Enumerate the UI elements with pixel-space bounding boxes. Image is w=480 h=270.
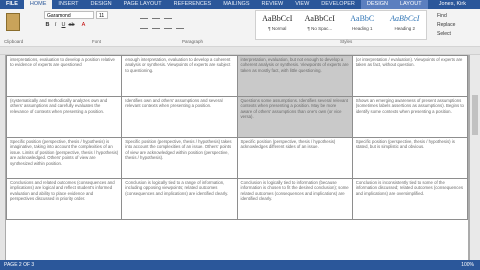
table-cell[interactable]: Specific position (perspective, thesis /…	[351, 137, 468, 179]
select-button[interactable]: Select	[437, 31, 455, 37]
tab-page-layout[interactable]: PAGE LAYOUT	[118, 0, 168, 9]
align-right-icon[interactable]	[164, 22, 172, 29]
table-cell[interactable]: Conclusion is logically tied to informat…	[236, 178, 353, 220]
find-button[interactable]: Find	[437, 13, 455, 19]
style-heading-1[interactable]: AaBbC Heading 1	[341, 11, 384, 39]
font-label: Font	[92, 39, 102, 44]
ribbon: Garamond 11 B I U ab A AaBbCcI ¶ Normal …	[0, 9, 480, 47]
scrollbar-thumb[interactable]	[472, 95, 478, 135]
bold-button[interactable]: B	[44, 22, 51, 29]
table-cell[interactable]: interpretation, evaluation, but not enou…	[236, 55, 353, 97]
style-name: Heading 2	[394, 26, 416, 31]
style-normal[interactable]: AaBbCcI ¶ Normal	[256, 11, 299, 39]
table-cell[interactable]: Conclusion is inconsistently tied to som…	[351, 178, 468, 220]
page-count[interactable]: PAGE 2 OF 3	[4, 260, 34, 270]
table-cell[interactable]: Shows an emerging awareness of present a…	[351, 96, 468, 138]
table-cell[interactable]: Specific position (perspective, thesis /…	[236, 137, 353, 179]
strikethrough-button[interactable]: ab	[68, 22, 75, 29]
vertical-scrollbar[interactable]	[470, 55, 480, 260]
underline-button[interactable]: U	[60, 22, 67, 29]
clipboard-group	[2, 11, 28, 41]
numbering-icon[interactable]	[152, 12, 160, 19]
paragraph-label: Paragraph	[182, 39, 204, 44]
italic-button[interactable]: I	[52, 22, 59, 29]
table-row: Conclusions and related outcomes (conseq…	[6, 178, 468, 220]
replace-button[interactable]: Replace	[437, 22, 455, 28]
horizontal-ruler[interactable]	[0, 47, 480, 55]
zoom-level[interactable]: 100%	[461, 260, 474, 270]
table-cell[interactable]: (or interpretation / evaluation). Viewpo…	[351, 55, 468, 97]
table-row: Specific position (perspective, thesis /…	[6, 137, 468, 179]
paste-icon[interactable]	[6, 13, 20, 31]
tab-review[interactable]: REVIEW	[256, 0, 290, 9]
table-cell[interactable]: (systematically and methodically analyze…	[6, 96, 123, 138]
clipboard-label: Clipboard	[4, 39, 24, 44]
editing-group: Find Replace Select	[437, 13, 455, 37]
vertical-ruler[interactable]	[0, 55, 5, 260]
tab-developer[interactable]: DEVELOPER	[315, 0, 361, 9]
tab-design[interactable]: DESIGN	[85, 0, 118, 9]
table-cell[interactable]: Identifies own and others' assumptions a…	[121, 96, 238, 138]
font-size-field[interactable]: 11	[96, 11, 108, 19]
tab-references[interactable]: REFERENCES	[168, 0, 218, 9]
style-name: ¶ No Spac...	[307, 26, 333, 31]
document-page[interactable]: interpretations, evaluation to develop a…	[6, 55, 468, 260]
table-row: (systematically and methodically analyze…	[6, 96, 468, 138]
justify-icon[interactable]	[176, 22, 184, 29]
styles-label: Styles	[340, 39, 353, 44]
tab-file[interactable]: FILE	[0, 0, 24, 9]
table-cell[interactable]: interpretations, evaluation to develop a…	[6, 55, 123, 97]
align-center-icon[interactable]	[152, 22, 160, 29]
styles-gallery: AaBbCcI ¶ Normal AaBbCcI ¶ No Spac... Aa…	[255, 10, 427, 40]
tab-table-design[interactable]: DESIGN	[360, 0, 394, 9]
style-name: ¶ Normal	[268, 26, 287, 31]
align-left-icon[interactable]	[140, 22, 148, 29]
style-no-spacing[interactable]: AaBbCcI ¶ No Spac...	[299, 11, 342, 39]
style-sample: AaBbCcI	[262, 14, 293, 23]
tab-view[interactable]: VIEW	[289, 0, 315, 9]
status-bar: PAGE 2 OF 3 100%	[0, 260, 480, 270]
style-sample: AaBbC	[350, 14, 375, 23]
multilevel-list-icon[interactable]	[164, 12, 172, 19]
style-name: Heading 1	[351, 26, 373, 31]
font-color-button[interactable]: A	[80, 22, 87, 29]
tab-home[interactable]: HOME	[23, 0, 53, 9]
bullets-icon[interactable]	[140, 12, 148, 19]
table-cell[interactable]: Conclusions and related outcomes (conseq…	[6, 178, 123, 220]
tab-mailings[interactable]: MAILINGS	[217, 0, 255, 9]
table-cell[interactable]: Questions some assumptions. Identifies s…	[236, 96, 353, 138]
tab-table-layout[interactable]: LAYOUT	[393, 0, 428, 9]
user-name[interactable]: Jones, Kirk	[439, 0, 466, 9]
rubric-table: interpretations, evaluation to develop a…	[6, 55, 468, 220]
ribbon-tabs: FILE HOME INSERT DESIGN PAGE LAYOUT REFE…	[0, 0, 480, 9]
table-cell[interactable]: Specific position (perspective, thesis /…	[121, 137, 238, 179]
tab-insert[interactable]: INSERT	[52, 0, 84, 9]
table-cell[interactable]: enough interpretation, evaluation to dev…	[121, 55, 238, 97]
style-sample: AaBbCcI	[304, 14, 335, 23]
table-cell[interactable]: Specific position (perspective, thesis /…	[6, 137, 123, 179]
table-cell[interactable]: Conclusion is logically tied to a range …	[121, 178, 238, 220]
style-heading-2[interactable]: AaBbCcI Heading 2	[384, 11, 427, 39]
table-row: interpretations, evaluation to develop a…	[6, 55, 468, 97]
style-sample: AaBbCcI	[390, 14, 420, 23]
ribbon-group-labels: Clipboard Font Paragraph Styles	[0, 39, 480, 46]
font-name-field[interactable]: Garamond	[44, 11, 94, 19]
